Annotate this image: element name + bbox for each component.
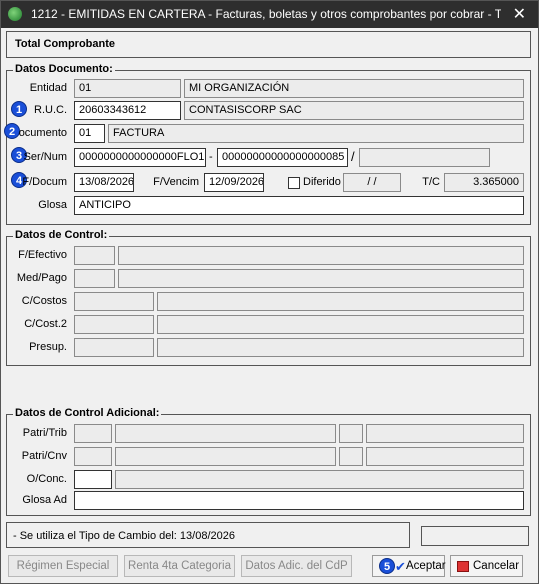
fdocum-label: F/Docum — [22, 176, 67, 188]
dialog-window: 1212 - EMITIDAS EN CARTERA - Facturas, b… — [0, 0, 539, 584]
cancelar-button[interactable]: Cancelar — [450, 555, 523, 577]
app-logo-icon — [8, 7, 22, 21]
title-bar: 1212 - EMITIDAS EN CARTERA - Facturas, b… — [1, 1, 538, 28]
diferido-checkbox[interactable] — [288, 177, 300, 189]
patricnv-code2-field[interactable] — [339, 447, 363, 466]
fefectivo-label: F/Efectivo — [18, 249, 67, 261]
datos-control-adicional-title: Datos de Control Adicional: — [13, 407, 162, 419]
sernum-extra-field — [359, 148, 490, 167]
ccost2-code-field[interactable] — [74, 315, 154, 334]
diferido-label: Diferido — [303, 176, 341, 188]
sernum-slash: / — [351, 149, 355, 164]
fefectivo-code-field[interactable] — [74, 246, 115, 265]
ccostos-desc-field — [157, 292, 524, 311]
entidad-name-field: MI ORGANIZACIÓN — [184, 79, 524, 98]
presup-code-field[interactable] — [74, 338, 154, 357]
patritrib-code2-field[interactable] — [339, 424, 363, 443]
medpago-label: Med/Pago — [16, 272, 67, 284]
patricnv-label: Patri/Cnv — [21, 450, 67, 462]
datos-documento-title: Datos Documento: — [13, 63, 115, 75]
sernum-label: Ser/Num — [23, 151, 67, 163]
ruc-input[interactable]: 20603343612 — [74, 101, 181, 120]
datos-adic-cdp-button[interactable]: Datos Adic. del CdP — [241, 555, 352, 577]
ruc-name-field: CONTASISCORP SAC — [184, 101, 524, 120]
status-message: - Se utiliza el Tipo de Cambio del: 13/0… — [13, 530, 235, 542]
serie-input[interactable]: 0000000000000000FLO1 — [74, 148, 206, 167]
renta-4ta-categoria-button[interactable]: Renta 4ta Categoria — [124, 555, 235, 577]
fdocum-input[interactable]: 13/08/2026 — [74, 173, 134, 192]
ruc-label: R.U.C. — [34, 104, 67, 116]
ccostos-label: C/Costos — [21, 295, 67, 307]
tc-label: T/C — [422, 176, 440, 188]
patritrib-code-field[interactable] — [74, 424, 112, 443]
fvencim-input[interactable]: 12/09/2026 — [204, 173, 264, 192]
ccostos-code-field[interactable] — [74, 292, 154, 311]
total-comprobante-label: Total Comprobante — [15, 38, 116, 50]
check-icon: ✔ — [395, 559, 406, 574]
status-aux-box — [421, 526, 529, 546]
oconc-label: O/Conc. — [26, 473, 67, 485]
patritrib-label: Patri/Trib — [22, 427, 67, 439]
step-badge-5: 5 — [379, 558, 395, 574]
patricnv-desc-field — [115, 447, 336, 466]
datos-control-title: Datos de Control: — [13, 229, 110, 241]
patritrib-desc-field — [115, 424, 336, 443]
step-badge-1: 1 — [11, 101, 27, 117]
glosaad-input[interactable] — [74, 491, 524, 510]
diferido-date-field: / / — [343, 173, 401, 192]
tc-field: 3.365000 — [444, 173, 524, 192]
documento-code-input[interactable]: 01 — [74, 124, 105, 143]
status-box: - Se utiliza el Tipo de Cambio del: 13/0… — [6, 522, 410, 548]
aceptar-label: Aceptar — [406, 560, 446, 572]
window-title: 1212 - EMITIDAS EN CARTERA - Facturas, b… — [31, 7, 501, 21]
close-icon[interactable]: ✕ — [513, 4, 526, 24]
patritrib-desc2-field — [366, 424, 524, 443]
documento-name-field: FACTURA — [108, 124, 524, 143]
ccost2-label: C/Cost.2 — [24, 318, 67, 330]
numero-input[interactable]: 00000000000000000085 — [217, 148, 348, 167]
entidad-label: Entidad — [29, 82, 67, 94]
fefectivo-desc-field — [118, 246, 524, 265]
patricnv-desc2-field — [366, 447, 524, 466]
exit-door-icon — [457, 561, 469, 572]
patricnv-code-field[interactable] — [74, 447, 112, 466]
oconc-desc-field — [115, 470, 524, 489]
fvencim-label: F/Vencim — [153, 176, 199, 188]
entidad-code-field: 01 — [74, 79, 181, 98]
medpago-desc-field — [118, 269, 524, 288]
medpago-code-field[interactable] — [74, 269, 115, 288]
oconc-input[interactable] — [74, 470, 112, 489]
cancelar-label: Cancelar — [473, 560, 520, 572]
sernum-dash: - — [209, 151, 213, 163]
total-comprobante-box: Total Comprobante — [6, 31, 531, 58]
glosaad-label: Glosa Ad — [22, 494, 67, 506]
aceptar-button[interactable]: 5 ✔ Aceptar — [372, 555, 446, 577]
glosa-input[interactable]: ANTICIPO — [74, 196, 524, 215]
glosa-label: Glosa — [38, 199, 67, 211]
regimen-especial-button[interactable]: Régimen Especial — [8, 555, 118, 577]
ccost2-desc-field — [157, 315, 524, 334]
presup-label: Presup. — [29, 341, 67, 353]
presup-desc-field — [157, 338, 524, 357]
documento-label: ocumento — [18, 127, 67, 139]
